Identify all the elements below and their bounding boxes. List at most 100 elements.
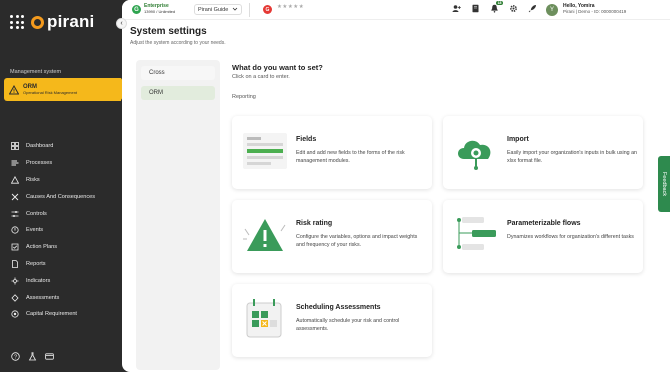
- brand-name: pirani: [47, 12, 95, 31]
- notification-count: 18: [496, 1, 503, 5]
- rocket-icon[interactable]: [528, 4, 537, 13]
- indicators-icon: [11, 277, 19, 285]
- g2-logo[interactable]: G: [263, 5, 272, 14]
- card-import[interactable]: Import Easily import your organization's…: [443, 116, 643, 189]
- sidebar-item-label: Events: [26, 227, 44, 234]
- sidebar-item-label: Reports: [26, 260, 46, 267]
- topbar-divider: [249, 3, 250, 17]
- sidebar-item-events[interactable]: Events: [11, 222, 119, 239]
- chevron-down-icon: [232, 6, 238, 14]
- risk-warning-icon: [240, 210, 290, 260]
- sidebar-item-label: Assessments: [26, 294, 60, 301]
- page-subtitle: Adjust the system according to your need…: [130, 40, 226, 46]
- capital-icon: [11, 310, 19, 318]
- assessments-icon: [11, 293, 19, 302]
- sidebar-item-reports[interactable]: Reports: [11, 256, 119, 273]
- page-title: System settings: [130, 26, 207, 37]
- settings-tabs: Cross ORM: [136, 60, 220, 370]
- tab-cross[interactable]: Cross: [141, 66, 215, 80]
- sidebar-item-label: Action Plans: [26, 244, 58, 251]
- bell-icon[interactable]: 18: [490, 1, 503, 13]
- reports-icon: [11, 260, 19, 268]
- content-title: What do you want to set?: [232, 63, 323, 72]
- topbar-actions: 18: [452, 1, 537, 13]
- gear-icon[interactable]: [509, 4, 518, 13]
- sidebar-item-causes-and-consequences[interactable]: Causes And Consequences: [11, 188, 119, 205]
- sidebar-item-controls[interactable]: Controls: [11, 205, 119, 222]
- rating-stars[interactable]: ★★★★★: [277, 4, 304, 10]
- card-description: Configure the variables, options and imp…: [296, 234, 418, 248]
- action-plans-icon: [11, 243, 19, 251]
- card-title: Risk rating: [296, 220, 333, 227]
- topbar: G Enterprise 13990 / Unlimited Pirani Gu…: [122, 0, 670, 20]
- warning-icon: [8, 84, 20, 96]
- user-info[interactable]: Hello, Yomira Pirani | Demo - ID: 000000…: [563, 3, 626, 14]
- sidebar-item-label: Processes: [26, 160, 53, 167]
- main-panel: G Enterprise 13990 / Unlimited Pirani Gu…: [122, 0, 670, 372]
- sidebar-item-processes[interactable]: Processes: [11, 155, 119, 172]
- pirani-guide-select[interactable]: Pirani Guide: [194, 4, 242, 15]
- dashboard-icon: [11, 142, 19, 151]
- card-scheduling-assessments[interactable]: Scheduling Assessments Automatically sch…: [232, 284, 432, 357]
- fields-illustration-icon: [240, 126, 290, 176]
- plan-count: 13990 / Unlimited: [144, 9, 176, 14]
- content-subtitle: Click on a card to enter.: [232, 74, 290, 80]
- plan-logo: G: [132, 5, 141, 14]
- card-title: Parameterizable flows: [507, 220, 581, 227]
- sidebar-item-label: Causes And Consequences: [26, 193, 96, 200]
- help-icon[interactable]: ?: [11, 352, 20, 361]
- apps-grid-icon[interactable]: [10, 15, 24, 29]
- logo-row: pirani: [10, 12, 95, 32]
- card-title: Scheduling Assessments: [296, 304, 381, 311]
- avatar[interactable]: Y: [546, 4, 558, 16]
- sidebar-item-label: Risks: [26, 176, 40, 183]
- book-icon[interactable]: [471, 4, 480, 13]
- flows-diagram-icon: [451, 210, 501, 260]
- sidebar-item-label: Controls: [26, 210, 47, 217]
- lab-icon[interactable]: [28, 352, 37, 361]
- card-description: Automatically schedule your risk and con…: [296, 318, 400, 332]
- processes-icon: [11, 159, 19, 167]
- card-description: Edit and add new fields to the forms of …: [296, 150, 405, 164]
- causes-icon: [11, 193, 19, 201]
- sidebar-footer: ?: [11, 352, 54, 361]
- svg-text:?: ?: [14, 354, 17, 360]
- card-parameterizable-flows[interactable]: Parameterizable flows Dynamizes workflow…: [443, 200, 643, 273]
- sidebar-item-capital-requirement[interactable]: Capital Requirement: [11, 306, 119, 323]
- active-system-orm[interactable]: ORM Operational Risk Management: [4, 78, 128, 101]
- active-system-subtitle: Operational Risk Management: [23, 90, 78, 95]
- guide-label: Pirani Guide: [198, 6, 229, 13]
- sidebar-item-label: Dashboard: [26, 143, 54, 150]
- sidebar-item-indicators[interactable]: Indicators: [11, 272, 119, 289]
- plan-info: Enterprise 13990 / Unlimited: [144, 3, 175, 14]
- tab-orm[interactable]: ORM: [141, 86, 215, 100]
- cloud-upload-icon: [451, 126, 501, 176]
- pirani-logo-icon: [31, 15, 44, 29]
- add-user-icon[interactable]: [452, 4, 461, 13]
- card-title: Fields: [296, 136, 317, 143]
- sidebar-item-dashboard[interactable]: Dashboard: [11, 138, 119, 155]
- section-label: Reporting: [232, 94, 256, 100]
- events-icon: [11, 226, 19, 234]
- risks-icon: [11, 175, 19, 184]
- sidebar-item-label: Capital Requirement: [26, 311, 77, 318]
- management-system-label: Management system: [10, 69, 62, 75]
- card-risk-rating[interactable]: Risk rating Configure the variables, opt…: [232, 200, 432, 273]
- sidebar-item-risks[interactable]: Risks: [11, 172, 119, 189]
- sidebar: pirani Management system ORM Operational…: [0, 0, 128, 372]
- card-description: Dynamizes workflows for organization's d…: [507, 234, 634, 240]
- sidebar-item-label: Indicators: [26, 277, 51, 284]
- feedback-label: Feedback: [661, 171, 667, 197]
- controls-icon: [11, 210, 19, 218]
- sidebar-nav: Dashboard Processes Risks Causes And Con…: [11, 138, 119, 323]
- user-meta: Pirani | Demo - ID: 0000000419: [563, 9, 627, 14]
- calendar-icon: [240, 294, 290, 344]
- card-description: Easily import your organization's inputs…: [507, 150, 637, 164]
- card-title: Import: [507, 136, 529, 143]
- sidebar-item-assessments[interactable]: Assessments: [11, 289, 119, 306]
- feedback-button[interactable]: Feedback: [658, 156, 670, 212]
- card-fields[interactable]: Fields Edit and add new fields to the fo…: [232, 116, 432, 189]
- collapse-sidebar-button[interactable]: ‹: [116, 18, 127, 29]
- sidebar-item-action-plans[interactable]: Action Plans: [11, 239, 119, 256]
- card-icon[interactable]: [45, 352, 54, 361]
